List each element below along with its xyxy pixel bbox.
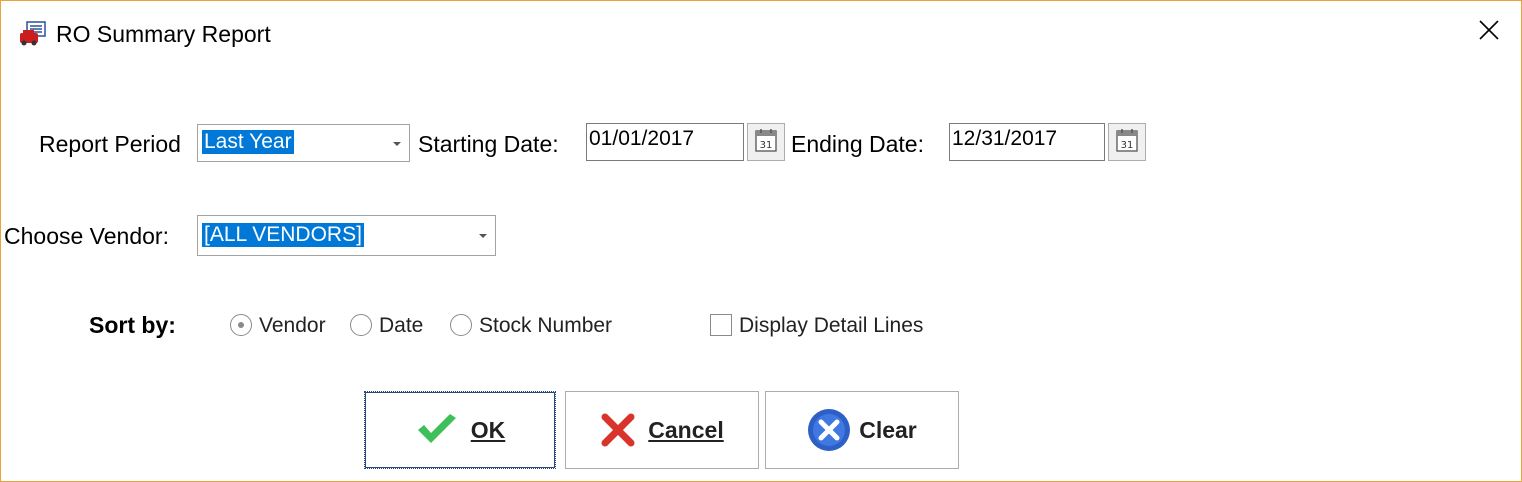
ending-date-calendar-button[interactable]: 31 — [1108, 123, 1146, 161]
title-bar: RO Summary Report — [1, 1, 1521, 65]
ok-button[interactable]: OK — [364, 391, 556, 469]
sort-vendor-radio[interactable] — [230, 314, 252, 336]
vendor-select[interactable]: [ALL VENDORS] — [197, 215, 496, 256]
ok-label: OK — [470, 416, 506, 443]
display-detail-lines-checkbox[interactable] — [710, 314, 732, 336]
checkmark-icon — [415, 413, 459, 447]
close-button[interactable] — [1461, 9, 1517, 55]
clear-button[interactable]: Clear — [765, 391, 959, 469]
sort-stock-number-radio[interactable] — [450, 314, 472, 336]
starting-date-label: Starting Date: — [418, 131, 559, 157]
display-detail-lines-label[interactable]: Display Detail Lines — [739, 314, 923, 338]
report-icon — [19, 21, 49, 47]
starting-date-input[interactable]: 01/01/2017 — [586, 123, 744, 161]
calendar-icon: 31 — [755, 128, 777, 157]
sort-stock-number-label[interactable]: Stock Number — [479, 314, 612, 338]
sort-date-radio[interactable] — [350, 314, 372, 336]
cancel-label: Cancel — [648, 416, 724, 443]
chevron-down-icon — [479, 234, 487, 238]
vendor-value: [ALL VENDORS] — [202, 223, 364, 247]
sort-by-label: Sort by: — [89, 312, 176, 338]
svg-text:31: 31 — [1121, 140, 1134, 151]
sort-vendor-label[interactable]: Vendor — [259, 314, 326, 338]
calendar-icon: 31 — [1116, 128, 1138, 157]
report-period-select[interactable]: Last Year — [197, 124, 410, 162]
report-period-label: Report Period — [39, 131, 181, 157]
clear-label: Clear — [859, 416, 917, 443]
cancel-button[interactable]: Cancel — [565, 391, 759, 469]
starting-date-calendar-button[interactable]: 31 — [747, 123, 785, 161]
dialog-window: RO Summary Report Report Period Last Yea… — [0, 0, 1522, 482]
svg-text:31: 31 — [760, 140, 773, 151]
sort-date-label[interactable]: Date — [379, 314, 423, 338]
choose-vendor-label: Choose Vendor: — [4, 223, 169, 249]
report-period-value: Last Year — [202, 130, 294, 154]
close-icon — [1478, 19, 1500, 46]
red-x-icon — [600, 412, 636, 448]
chevron-down-icon — [393, 142, 401, 146]
ending-date-label: Ending Date: — [791, 131, 924, 157]
window-title: RO Summary Report — [56, 21, 271, 47]
ending-date-input[interactable]: 12/31/2017 — [949, 123, 1105, 161]
blue-x-circle-icon — [807, 408, 851, 452]
